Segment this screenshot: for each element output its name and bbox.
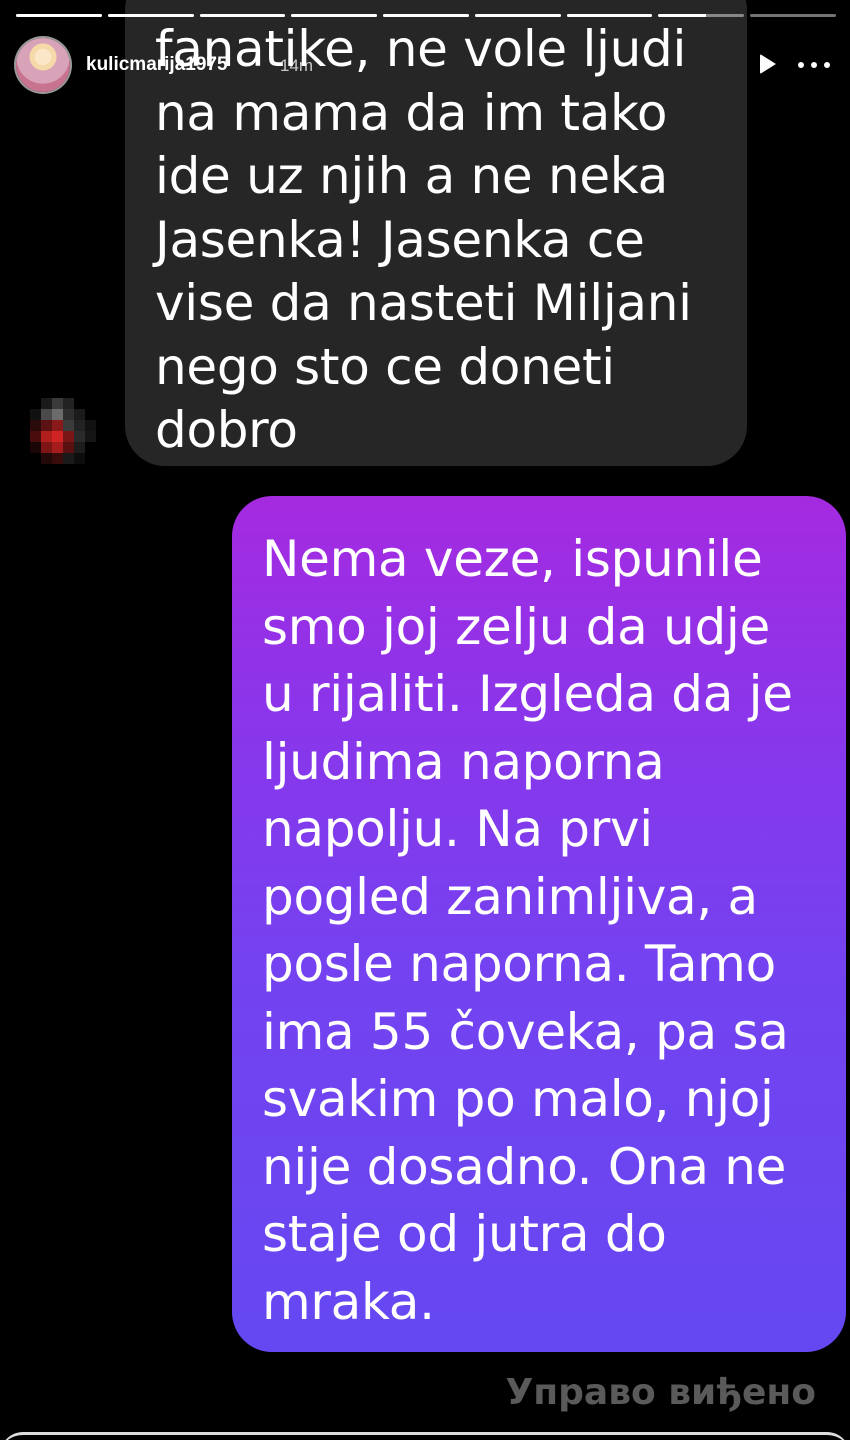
outgoing-message-text: Nema veze, ispunile smo joj zelju da udj… xyxy=(262,530,793,1331)
progress-segment xyxy=(16,14,102,17)
story-viewer: fanatike, ne vole ljudi na mama da im ta… xyxy=(0,0,850,1440)
story-time-ago: 14m xyxy=(280,56,314,75)
outgoing-message-bubble: Nema veze, ispunile smo joj zelju da udj… xyxy=(232,496,846,1352)
profile-avatar[interactable] xyxy=(16,38,70,92)
more-options-icon[interactable] xyxy=(798,62,830,68)
progress-segment xyxy=(474,14,561,17)
progress-segment-fill xyxy=(474,14,561,17)
progress-segment xyxy=(566,14,653,17)
more-dot xyxy=(798,62,804,68)
progress-segment xyxy=(107,14,194,17)
progress-segment-fill xyxy=(107,14,194,17)
progress-segment-fill xyxy=(383,14,469,17)
progress-segment xyxy=(750,14,837,17)
more-dot xyxy=(811,62,817,68)
story-header: kulicmarija1975 14m xyxy=(16,36,830,92)
sender-avatar-pixelated xyxy=(30,398,96,464)
play-icon[interactable] xyxy=(760,54,776,74)
progress-segment-fill xyxy=(16,14,102,17)
progress-segment xyxy=(383,14,469,17)
more-dot xyxy=(824,62,830,68)
progress-segment xyxy=(199,14,286,17)
progress-segment-fill xyxy=(566,14,653,17)
story-progress-bar xyxy=(16,14,837,18)
seen-status: Управо виђено xyxy=(505,1372,816,1413)
progress-segment-fill xyxy=(658,14,706,17)
progress-segment-fill xyxy=(199,14,286,17)
progress-segment xyxy=(658,14,745,17)
progress-segment xyxy=(291,14,378,17)
username[interactable]: kulicmarija1975 xyxy=(86,54,228,76)
bottom-sheet-edge xyxy=(0,1432,850,1440)
progress-segment-fill xyxy=(291,14,378,17)
